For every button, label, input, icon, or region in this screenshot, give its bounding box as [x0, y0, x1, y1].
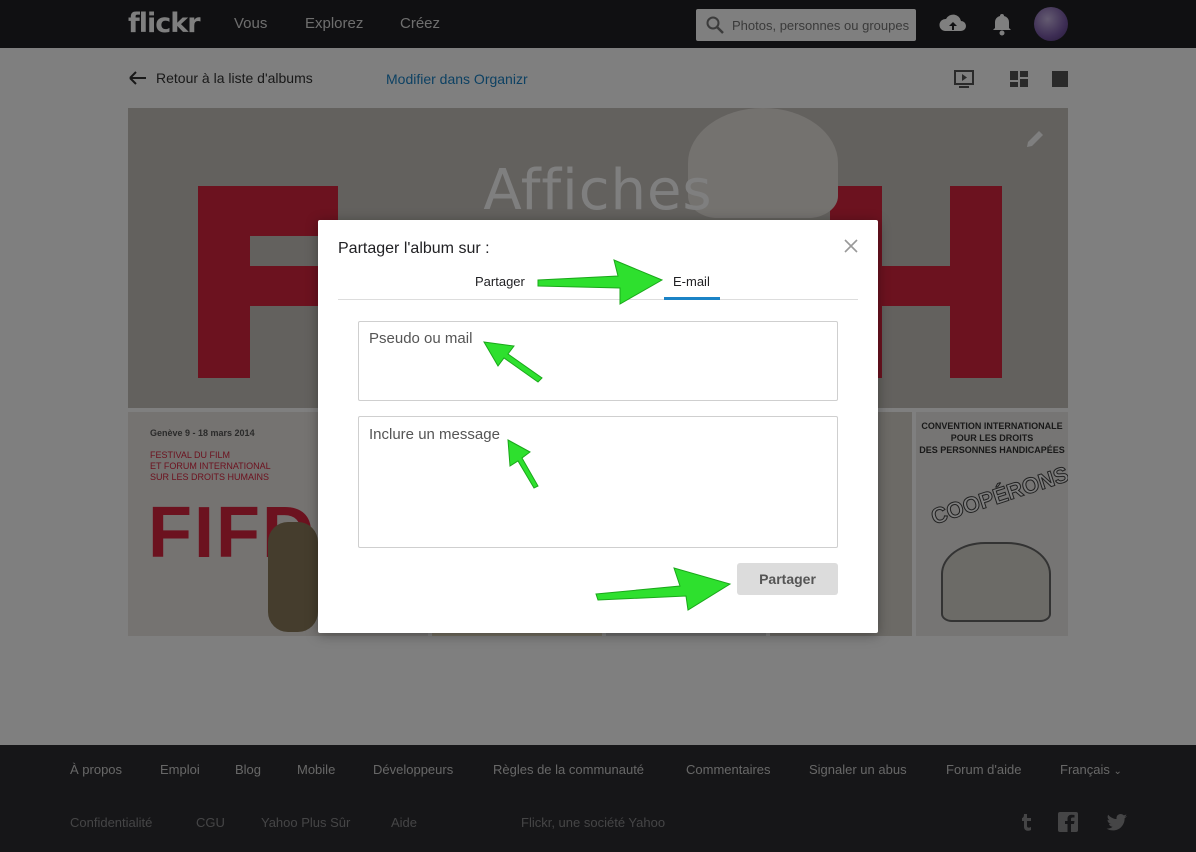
- message-field[interactable]: [358, 416, 838, 548]
- annotation-arrow-icon: [507, 439, 539, 489]
- dialog-title: Partager l'album sur :: [338, 240, 490, 257]
- tab-email[interactable]: E-mail: [664, 274, 720, 300]
- annotation-arrow-icon: [483, 341, 543, 383]
- tab-partager[interactable]: Partager: [475, 274, 525, 289]
- recipient-field[interactable]: [358, 321, 838, 401]
- annotation-arrow-icon: [595, 567, 732, 611]
- share-submit-button[interactable]: Partager: [737, 563, 838, 595]
- annotation-arrow-icon: [537, 259, 664, 305]
- close-icon[interactable]: [843, 238, 859, 254]
